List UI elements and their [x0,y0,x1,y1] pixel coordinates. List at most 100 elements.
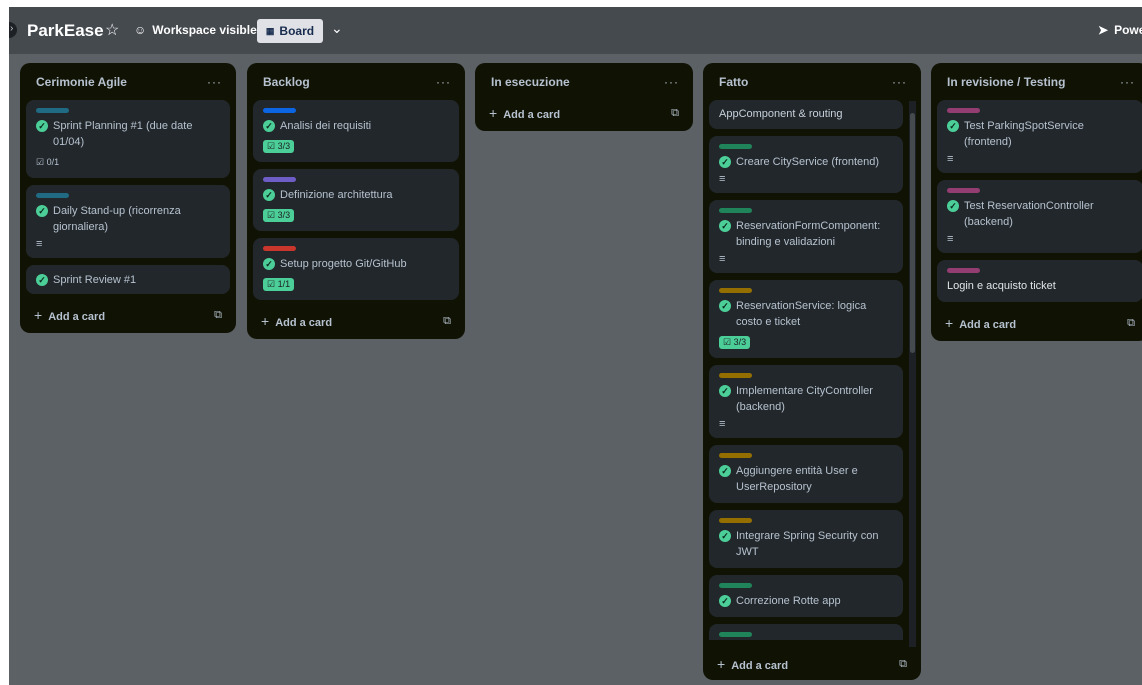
list-title[interactable]: Fatto [719,75,748,89]
card-appcomponent[interactable]: AppComponent & routing [709,100,903,129]
complete-check-icon[interactable]: ✓ [719,595,731,607]
list-menu-icon[interactable]: ··· [207,75,222,89]
list-title[interactable]: In revisione / Testing [947,75,1065,89]
complete-check-icon[interactable]: ✓ [263,258,275,270]
card-daily-standup[interactable]: ✓ Daily Stand-up (ricorrenza giornaliera)… [26,185,230,258]
card-partial[interactable]: ✓ [709,624,903,640]
list-backlog: Backlog ··· ✓ Analisi dei requisiti ☑ 3/3… [247,63,465,339]
list-fatto: Fatto ··· AppComponent & routing ✓ Creare… [703,63,921,680]
workspace-visibility-button[interactable]: ☺ Workspace visible [134,23,257,37]
complete-check-icon[interactable]: ✓ [36,120,48,132]
card-title: AppComponent & routing [719,108,843,120]
complete-check-icon[interactable]: ✓ [719,156,731,168]
card-template-icon[interactable]: ⧉ [214,309,222,322]
board-view-button[interactable]: ▦ Board [257,19,323,43]
card-label [719,144,752,149]
card-title: Daily Stand-up (ricorrenza giornaliera) [53,205,181,233]
card-title: Implementare CityController (backend) [736,385,873,413]
add-card-button[interactable]: + Add a card [717,656,788,672]
complete-check-icon[interactable]: ✓ [36,274,48,286]
complete-check-icon[interactable]: ✓ [947,120,959,132]
complete-check-icon[interactable]: ✓ [263,120,275,132]
card-title: Analisi dei requisiti [280,120,372,132]
card-title: Aggiungere entità User e UserRepository [736,465,858,493]
card-test-parkingspot[interactable]: ✓ Test ParkingSpotService (frontend) ≡ [937,100,1142,173]
list-scrollbar-thumb[interactable] [910,113,915,353]
list-menu-icon[interactable]: ··· [1120,75,1135,89]
card-label [719,208,752,213]
complete-check-icon[interactable]: ✓ [36,205,48,217]
star-icon[interactable]: ☆ [105,20,119,40]
chevron-right-icon: › [10,23,14,34]
description-icon: ≡ [719,418,725,430]
card-template-icon[interactable]: ⧉ [443,315,451,328]
card-setup-git[interactable]: ✓ Setup progetto Git/GitHub ☑ 1/1 [253,238,459,300]
card-analisi-requisiti[interactable]: ✓ Analisi dei requisiti ☑ 3/3 [253,100,459,162]
card-citycontroller[interactable]: ✓ Implementare CityController (backend) ≡ [709,365,903,438]
description-icon: ≡ [947,153,953,165]
card-definizione-architettura[interactable]: ✓ Definizione architettura ☑ 3/3 [253,169,459,231]
list-title[interactable]: In esecuzione [491,75,570,89]
complete-check-icon[interactable]: ✓ [947,200,959,212]
card-label [719,453,752,458]
card-template-icon[interactable]: ⧉ [899,658,907,671]
card-label [263,246,296,251]
card-reservationform[interactable]: ✓ ReservationFormComponent: binding e val… [709,200,903,273]
card-label [719,288,752,293]
checklist-badge: ☑ 3/3 [263,140,295,153]
power-ups-button[interactable]: ➤ Powe [1098,23,1142,37]
add-card-button[interactable]: + Add a card [945,315,1016,331]
card-creare-cityservice[interactable]: ✓ Creare CityService (frontend) ≡ [709,136,903,193]
card-correzione-rotte[interactable]: ✓ Correzione Rotte app [709,575,903,617]
card-sprint-planning[interactable]: ✓ Sprint Planning #1 (due date 01/04) ☑ 0… [26,100,230,178]
sidebar-toggle[interactable]: › [9,22,17,38]
card-label [263,108,296,113]
description-icon: ≡ [719,173,725,185]
card-label [719,632,752,637]
complete-check-icon[interactable]: ✓ [719,300,731,312]
board-name[interactable]: ParkEase [27,21,104,41]
card-title: Sprint Planning #1 (due date 01/04) [53,120,193,148]
card-title: ReservationFormComponent: binding e vali… [736,220,881,248]
add-card-button[interactable]: + Add a card [261,313,332,329]
complete-check-icon[interactable]: ✓ [719,385,731,397]
complete-check-icon[interactable]: ✓ [719,530,731,542]
board-canvas: › ParkEase ☆ ☺ Workspace visible ▦ Board… [9,7,1142,685]
card-title: Setup progetto Git/GitHub [280,258,407,270]
list-menu-icon[interactable]: ··· [892,75,907,89]
list-in-revisione: In revisione / Testing ··· ✓ Test Parking… [931,63,1142,341]
add-card-button[interactable]: + Add a card [34,307,105,323]
checklist-badge: ☑ 3/3 [263,209,295,222]
card-sprint-review[interactable]: ✓ Sprint Review #1 [26,265,230,294]
card-label [36,193,69,198]
card-login-ticket[interactable]: Login e acquisto ticket [937,260,1142,302]
card-entita-user[interactable]: ✓ Aggiungere entità User e UserRepository [709,445,903,503]
complete-check-icon[interactable]: ✓ [263,189,275,201]
card-label [263,177,296,182]
card-test-reservationcontroller[interactable]: ✓ Test ReservationController (backend) ≡ [937,180,1142,253]
card-label [947,108,980,113]
description-icon: ≡ [947,233,953,245]
board-view-label: Board [279,24,315,38]
checklist-badge: ☑ 0/1 [36,157,60,167]
card-label [947,268,980,273]
list-title[interactable]: Cerimonie Agile [36,75,127,89]
card-title: Creare CityService (frontend) [736,156,880,168]
card-reservationservice[interactable]: ✓ ReservationService: logica costo e tick… [709,280,903,358]
list-title[interactable]: Backlog [263,75,310,89]
card-title: Integrare Spring Security con JWT [736,530,879,558]
chevron-down-icon[interactable]: ⌄ [331,20,343,37]
card-template-icon[interactable]: ⧉ [671,107,679,120]
list-menu-icon[interactable]: ··· [664,75,679,89]
complete-check-icon[interactable]: ✓ [719,465,731,477]
card-label [719,518,752,523]
rocket-icon: ➤ [1098,23,1109,37]
card-template-icon[interactable]: ⧉ [1127,317,1135,330]
card-spring-security[interactable]: ✓ Integrare Spring Security con JWT [709,510,903,568]
list-menu-icon[interactable]: ··· [436,75,451,89]
add-card-button[interactable]: + Add a card [489,105,560,121]
complete-check-icon[interactable]: ✓ [719,220,731,232]
people-icon: ☺ [134,23,147,37]
card-title: Correzione Rotte app [736,595,841,607]
card-label [719,583,752,588]
